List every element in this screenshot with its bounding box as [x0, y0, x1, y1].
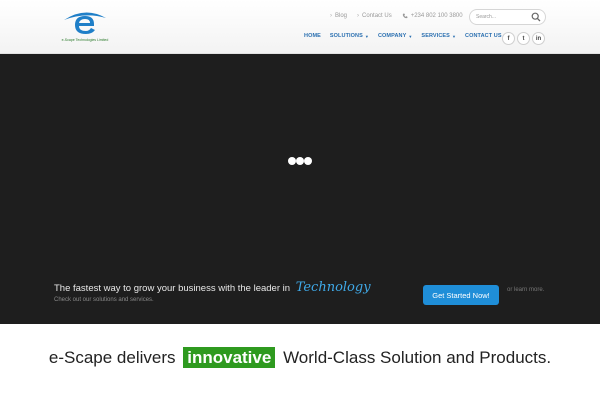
- top-link-contact[interactable]: › Contact Us: [357, 13, 392, 19]
- loader-dot: [288, 157, 296, 165]
- loader-dot: [296, 157, 304, 165]
- site-header: e-Scape Technologies Limited › Blog › Co…: [0, 0, 600, 54]
- top-link-phone[interactable]: +234 802 100 3800: [402, 13, 463, 19]
- loader-dot: [304, 157, 312, 165]
- headline-before: e-Scape delivers: [48, 348, 176, 367]
- nav-services-label: SERVICES: [421, 33, 450, 39]
- search-input[interactable]: [476, 12, 532, 22]
- social-links: f t in: [502, 32, 547, 45]
- search-box: [469, 9, 546, 25]
- nav-home-label: HOME: [304, 33, 321, 39]
- get-started-button[interactable]: Get Started Now!: [423, 285, 499, 305]
- nav-solutions[interactable]: SOLUTIONS ▼: [330, 33, 369, 39]
- nav-company[interactable]: COMPANY ▼: [378, 33, 412, 39]
- caret-down-icon: ▼: [364, 33, 369, 39]
- top-links: › Blog › Contact Us +234 802 100 3800: [330, 13, 473, 19]
- facebook-icon[interactable]: f: [502, 32, 515, 45]
- nav-solutions-label: SOLUTIONS: [329, 33, 363, 39]
- nav-contact-label: CONTACT US: [465, 33, 502, 39]
- logo-e-icon: [64, 12, 106, 34]
- hero-tagline-highlight: Technology: [295, 280, 371, 295]
- hero-tagline-text: The fastest way to grow your business wi…: [54, 283, 291, 294]
- linkedin-icon[interactable]: in: [532, 32, 545, 45]
- logo-text: e-Scape Technologies Limited: [61, 38, 109, 42]
- headline: e-Scape delivers innovative World-Class …: [0, 347, 600, 368]
- hero-slider: The fastest way to grow your business wi…: [0, 54, 600, 324]
- logo[interactable]: e-Scape Technologies Limited: [60, 8, 110, 46]
- chevron-right-icon: ›: [357, 13, 360, 19]
- nav-home[interactable]: HOME: [304, 33, 321, 39]
- nav-services[interactable]: SERVICES ▼: [421, 33, 456, 39]
- headline-after: World-Class Solution and Products.: [283, 348, 552, 367]
- headline-highlight: innovative: [183, 347, 276, 368]
- hero-subline: Check out our solutions and services.: [54, 297, 154, 303]
- chevron-right-icon: ›: [330, 13, 332, 19]
- main-nav: HOME SOLUTIONS ▼ COMPANY ▼ SERVICES ▼ CO…: [304, 33, 511, 39]
- hero-tagline: The fastest way to grow your business wi…: [54, 280, 371, 295]
- top-link-blog-label: Blog: [335, 13, 348, 19]
- phone-icon: [402, 13, 408, 19]
- nav-contact[interactable]: CONTACT US: [465, 33, 502, 39]
- caret-down-icon: ▼: [451, 33, 456, 39]
- nav-company-label: COMPANY: [377, 33, 407, 39]
- search-icon[interactable]: [531, 12, 541, 22]
- twitter-icon[interactable]: t: [517, 32, 530, 45]
- top-link-blog[interactable]: › Blog: [330, 13, 347, 19]
- top-link-phone-label: +234 802 100 3800: [410, 13, 463, 19]
- loading-indicator: [288, 157, 312, 165]
- learn-more-link[interactable]: or learn more.: [507, 287, 544, 293]
- top-link-contact-label: Contact Us: [362, 13, 392, 19]
- caret-down-icon: ▼: [408, 33, 413, 39]
